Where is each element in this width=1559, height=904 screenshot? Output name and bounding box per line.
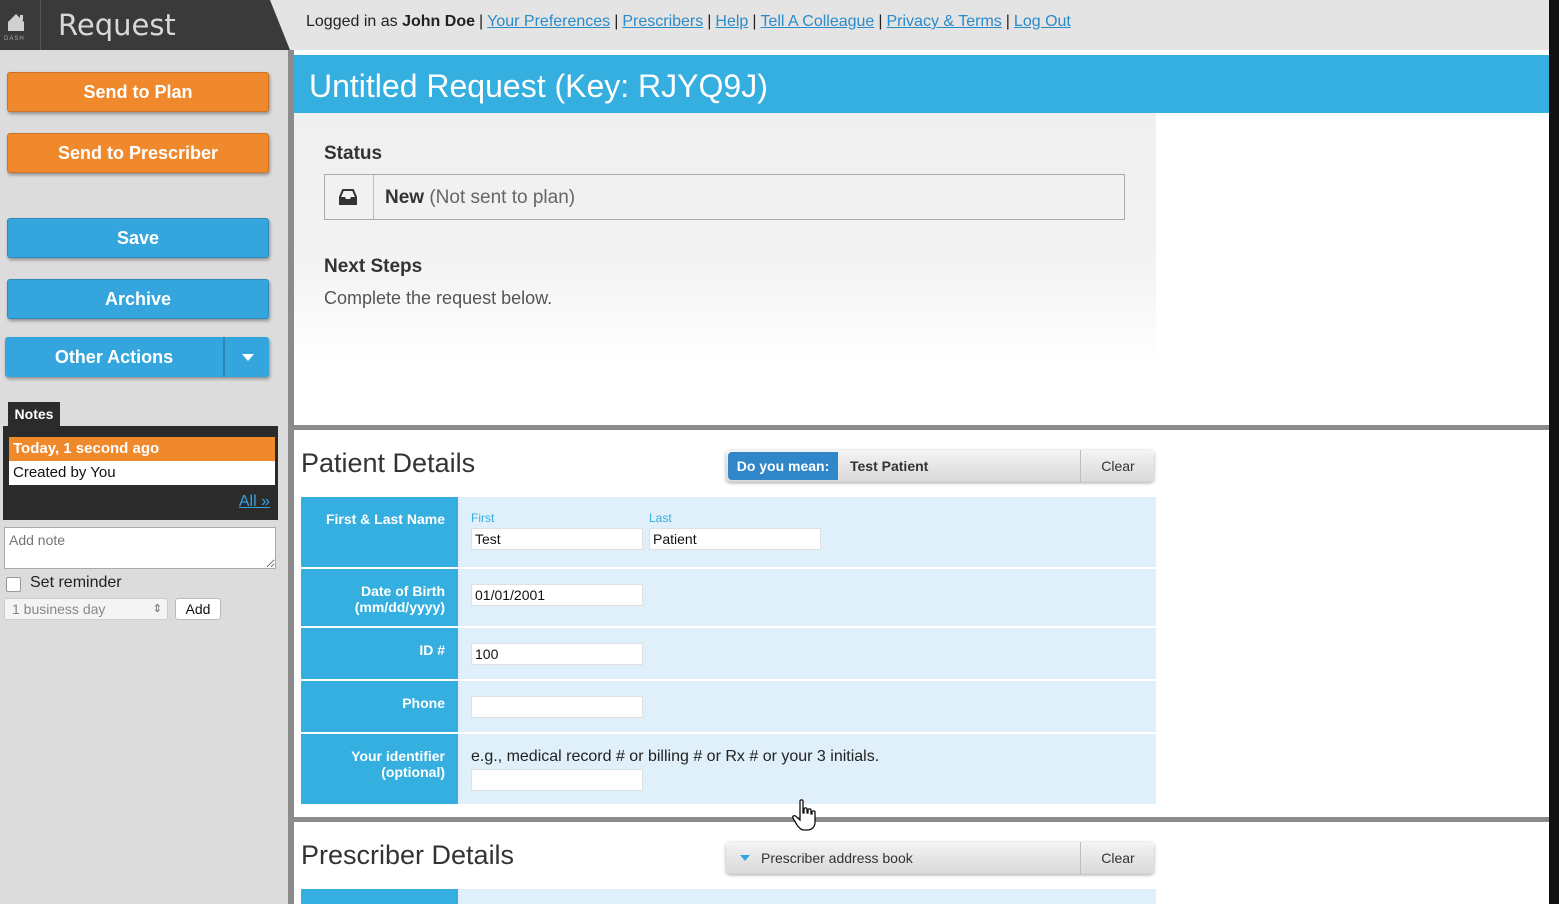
brand-small-label: DASH xyxy=(4,36,25,42)
button-divider xyxy=(223,337,225,377)
link-prescribers[interactable]: Prescribers xyxy=(622,13,703,30)
user-name: John Doe xyxy=(402,13,475,30)
home-button[interactable]: DASH xyxy=(0,0,41,50)
dob-input[interactable]: 01/01/2001 xyxy=(471,584,643,606)
app-title: Request xyxy=(58,8,176,42)
note-text: Created by You xyxy=(9,461,275,485)
window-edge xyxy=(1549,0,1559,904)
send-to-plan-button[interactable]: Send to Plan xyxy=(7,72,269,112)
top-bar: DASH Request Logged in as John Doe | Your … xyxy=(0,0,1549,50)
note-timestamp: Today, 1 second ago xyxy=(9,437,275,461)
dob-label-line2: (mm/dd/yyyy) xyxy=(354,599,445,615)
label-date-of-birth: Date of Birth (mm/dd/yyyy) xyxy=(301,569,458,628)
link-log-out[interactable]: Log Out xyxy=(1014,13,1071,30)
status-panel: Status New (Not sent to plan) Next Steps… xyxy=(294,113,1156,363)
chevron-down-icon xyxy=(740,855,750,861)
label-your-identifier: Your identifier (optional) xyxy=(301,734,458,804)
identifier-input[interactable] xyxy=(471,769,643,791)
prescriber-clear-button[interactable]: Clear xyxy=(1080,842,1155,874)
other-actions-label: Other Actions xyxy=(54,347,174,367)
archive-button[interactable]: Archive xyxy=(7,279,269,319)
save-button[interactable]: Save xyxy=(7,218,269,258)
notes-all-link[interactable]: All » xyxy=(239,493,270,511)
link-tell-a-colleague[interactable]: Tell A Colleague xyxy=(760,13,874,30)
label-phone: Phone xyxy=(301,681,458,734)
row-phone: Phone xyxy=(301,681,1156,734)
status-note: (Not sent to plan) xyxy=(429,187,576,208)
reminder-duration-value: 1 business day xyxy=(12,601,106,617)
prescriber-address-book-bar[interactable]: Prescriber address book Clear xyxy=(726,842,1154,874)
last-name-sublabel: Last xyxy=(649,511,672,525)
link-your-preferences[interactable]: Your Preferences xyxy=(487,13,610,30)
logged-in-prefix: Logged in as xyxy=(306,13,398,30)
do-you-mean-label: Do you mean: xyxy=(728,452,838,480)
status-box: New (Not sent to plan) xyxy=(324,174,1125,220)
patient-clear-button[interactable]: Clear xyxy=(1080,450,1155,482)
phone-input[interactable] xyxy=(471,696,643,718)
link-help[interactable]: Help xyxy=(715,13,748,30)
status-state: New xyxy=(385,187,425,208)
brand-area: DASH Request xyxy=(0,0,290,50)
user-bar: Logged in as John Doe | Your Preferences | P… xyxy=(306,13,1071,30)
label-id: ID # xyxy=(301,628,458,681)
next-steps-heading: Next Steps xyxy=(324,256,423,277)
prescriber-details-heading: Prescriber Details xyxy=(301,840,515,870)
label-first-last-name: First & Last Name xyxy=(301,497,458,569)
identifier-label-line2: (optional) xyxy=(381,764,445,780)
last-name-input[interactable]: Patient xyxy=(649,528,821,550)
status-heading: Status xyxy=(324,143,383,164)
request-header: Untitled Request (Key: RJYQ9J) xyxy=(294,55,1549,113)
main-content: Untitled Request (Key: RJYQ9J) Status Ne… xyxy=(294,50,1549,904)
notes-tab: Notes xyxy=(8,402,60,426)
row-dob: Date of Birth (mm/dd/yyyy) 01/01/2001 xyxy=(301,569,1156,628)
select-arrows-icon: ⇕ xyxy=(152,603,162,615)
identifier-label-line1: Your identifier xyxy=(351,748,445,764)
patient-suggestion-bar[interactable]: Do you mean: Test Patient Clear xyxy=(726,450,1154,482)
row-name: First & Last Name First Last Test Patien… xyxy=(301,497,1156,569)
first-name-input[interactable]: Test xyxy=(471,528,643,550)
inbox-icon xyxy=(339,189,357,205)
link-privacy-terms[interactable]: Privacy & Terms xyxy=(886,13,1001,30)
patient-details-heading: Patient Details xyxy=(301,448,476,478)
send-to-prescriber-button[interactable]: Send to Prescriber xyxy=(7,133,269,173)
label-prescriber-field xyxy=(301,889,458,904)
section-divider xyxy=(294,817,1549,822)
row-prescriber-first xyxy=(301,889,1156,904)
identifier-hint: e.g., medical record # or billing # or R… xyxy=(471,748,880,765)
next-steps-text: Complete the request below. xyxy=(324,288,553,308)
first-name-sublabel: First xyxy=(471,511,495,525)
do-you-mean-value[interactable]: Test Patient xyxy=(850,450,928,482)
add-reminder-button[interactable]: Add xyxy=(175,598,221,620)
dob-label-line1: Date of Birth xyxy=(361,583,445,599)
id-input[interactable]: 100 xyxy=(471,643,643,665)
chevron-down-icon[interactable] xyxy=(237,348,259,366)
set-reminder-label: Set reminder xyxy=(30,574,122,591)
prescriber-address-book-label[interactable]: Prescriber address book xyxy=(761,842,913,874)
page-title: Untitled Request (Key: RJYQ9J) xyxy=(309,68,768,104)
set-reminder-checkbox[interactable] xyxy=(6,577,21,592)
status-value: New (Not sent to plan) xyxy=(385,187,575,209)
row-id: ID # 100 xyxy=(301,628,1156,681)
add-note-input[interactable] xyxy=(4,527,276,569)
home-icon xyxy=(8,14,24,31)
other-actions-button[interactable]: Other Actions xyxy=(5,337,269,377)
section-divider xyxy=(294,425,1549,430)
row-identifier: Your identifier (optional) e.g., medical… xyxy=(301,734,1156,804)
status-icon-cell xyxy=(325,175,374,219)
notes-panel: Today, 1 second ago Created by You All » xyxy=(3,426,278,520)
hand-cursor-icon xyxy=(792,799,816,831)
reminder-duration-select[interactable]: 1 business day ⇕ xyxy=(4,598,168,620)
